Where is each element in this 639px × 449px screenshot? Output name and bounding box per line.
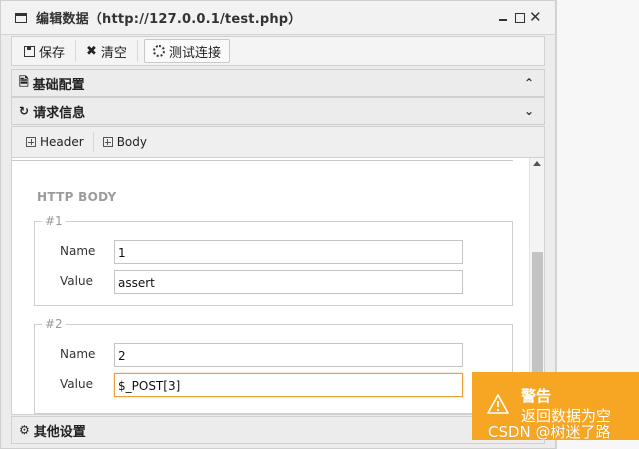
plus-square-icon	[102, 137, 113, 147]
chevron-up-icon[interactable]	[524, 76, 534, 90]
warning-icon	[487, 394, 509, 414]
window-controls: ✕	[497, 10, 542, 25]
test-connection-button[interactable]: 测试连接	[143, 39, 230, 63]
body-panel: HTTP BODY #1 Name 1 Value assert #2 Name…	[11, 158, 545, 415]
name-label: Name	[60, 244, 96, 258]
name-input[interactable]: 2	[114, 343, 463, 367]
tab-body-label: Body	[116, 135, 147, 149]
value-input[interactable]: $_POST[3]	[114, 373, 463, 397]
toolbar: 保存 ✖ 清空 测试连接	[11, 36, 545, 66]
previous-fieldset-edge	[12, 158, 513, 161]
close-icon[interactable]: ✕	[529, 10, 542, 25]
body-param-group-1: #1 Name 1 Value assert	[34, 214, 514, 306]
clear-label: 清空	[100, 45, 127, 61]
toast-title: 警告	[521, 387, 552, 405]
value-row: Value assert	[35, 270, 514, 294]
refresh-icon: ↻	[19, 104, 30, 118]
maximize-icon[interactable]	[513, 11, 525, 23]
minimize-icon[interactable]	[497, 11, 509, 23]
value-input[interactable]: assert	[114, 270, 463, 294]
window-title: 编辑数据（http://127.0.0.1/test.php）	[36, 12, 302, 27]
save-icon	[24, 45, 35, 57]
request-tabs: Header Body	[11, 126, 545, 158]
section-basic-config-label: 基础配置	[32, 77, 85, 93]
file-icon: 🗎	[19, 74, 29, 89]
spinner-icon	[152, 45, 165, 57]
name-row: Name 2	[35, 343, 514, 367]
value-label: Value	[60, 377, 93, 391]
name-input[interactable]: 1	[114, 240, 463, 264]
test-connection-label: 测试连接	[168, 45, 221, 61]
section-request-info[interactable]: ↻ 请求信息 ⌄	[11, 97, 545, 125]
value-row: Value $_POST[3]	[35, 373, 514, 397]
plus-square-icon	[26, 137, 36, 147]
body-param-group-2: #2 Name 2 Value $_POST[3]	[34, 317, 514, 414]
tab-header[interactable]: Header	[17, 131, 93, 153]
scroll-up-arrow-icon[interactable]	[533, 161, 541, 166]
section-other-settings-label: 其他设置	[33, 424, 86, 440]
title-bar[interactable]: 编辑数据（http://127.0.0.1/test.php） ✕	[1, 1, 555, 35]
section-other-settings[interactable]: ⚙ 其他设置	[11, 416, 545, 444]
save-button[interactable]: 保存	[16, 39, 73, 63]
chevron-down-icon[interactable]: ⌄	[524, 104, 534, 118]
name-label: Name	[60, 347, 96, 361]
http-body-heading: HTTP BODY	[37, 190, 117, 204]
toolbar-divider	[75, 40, 77, 62]
name-row: Name 1	[35, 240, 514, 264]
close-icon: ✖	[86, 43, 97, 59]
tab-header-label: Header	[40, 135, 84, 149]
tab-body[interactable]: Body	[94, 131, 156, 153]
watermark: CSDN @树迷了路	[488, 423, 611, 441]
gears-icon: ⚙	[19, 423, 30, 437]
value-label: Value	[60, 274, 93, 288]
section-request-info-label: 请求信息	[33, 105, 86, 121]
save-label: 保存	[39, 45, 66, 61]
group-legend: #1	[42, 214, 66, 228]
clear-button[interactable]: ✖ 清空	[78, 39, 135, 63]
group-legend: #2	[42, 317, 66, 331]
section-basic-config[interactable]: 🗎 基础配置	[11, 69, 545, 97]
window-icon	[15, 12, 27, 23]
toolbar-divider	[136, 40, 138, 62]
